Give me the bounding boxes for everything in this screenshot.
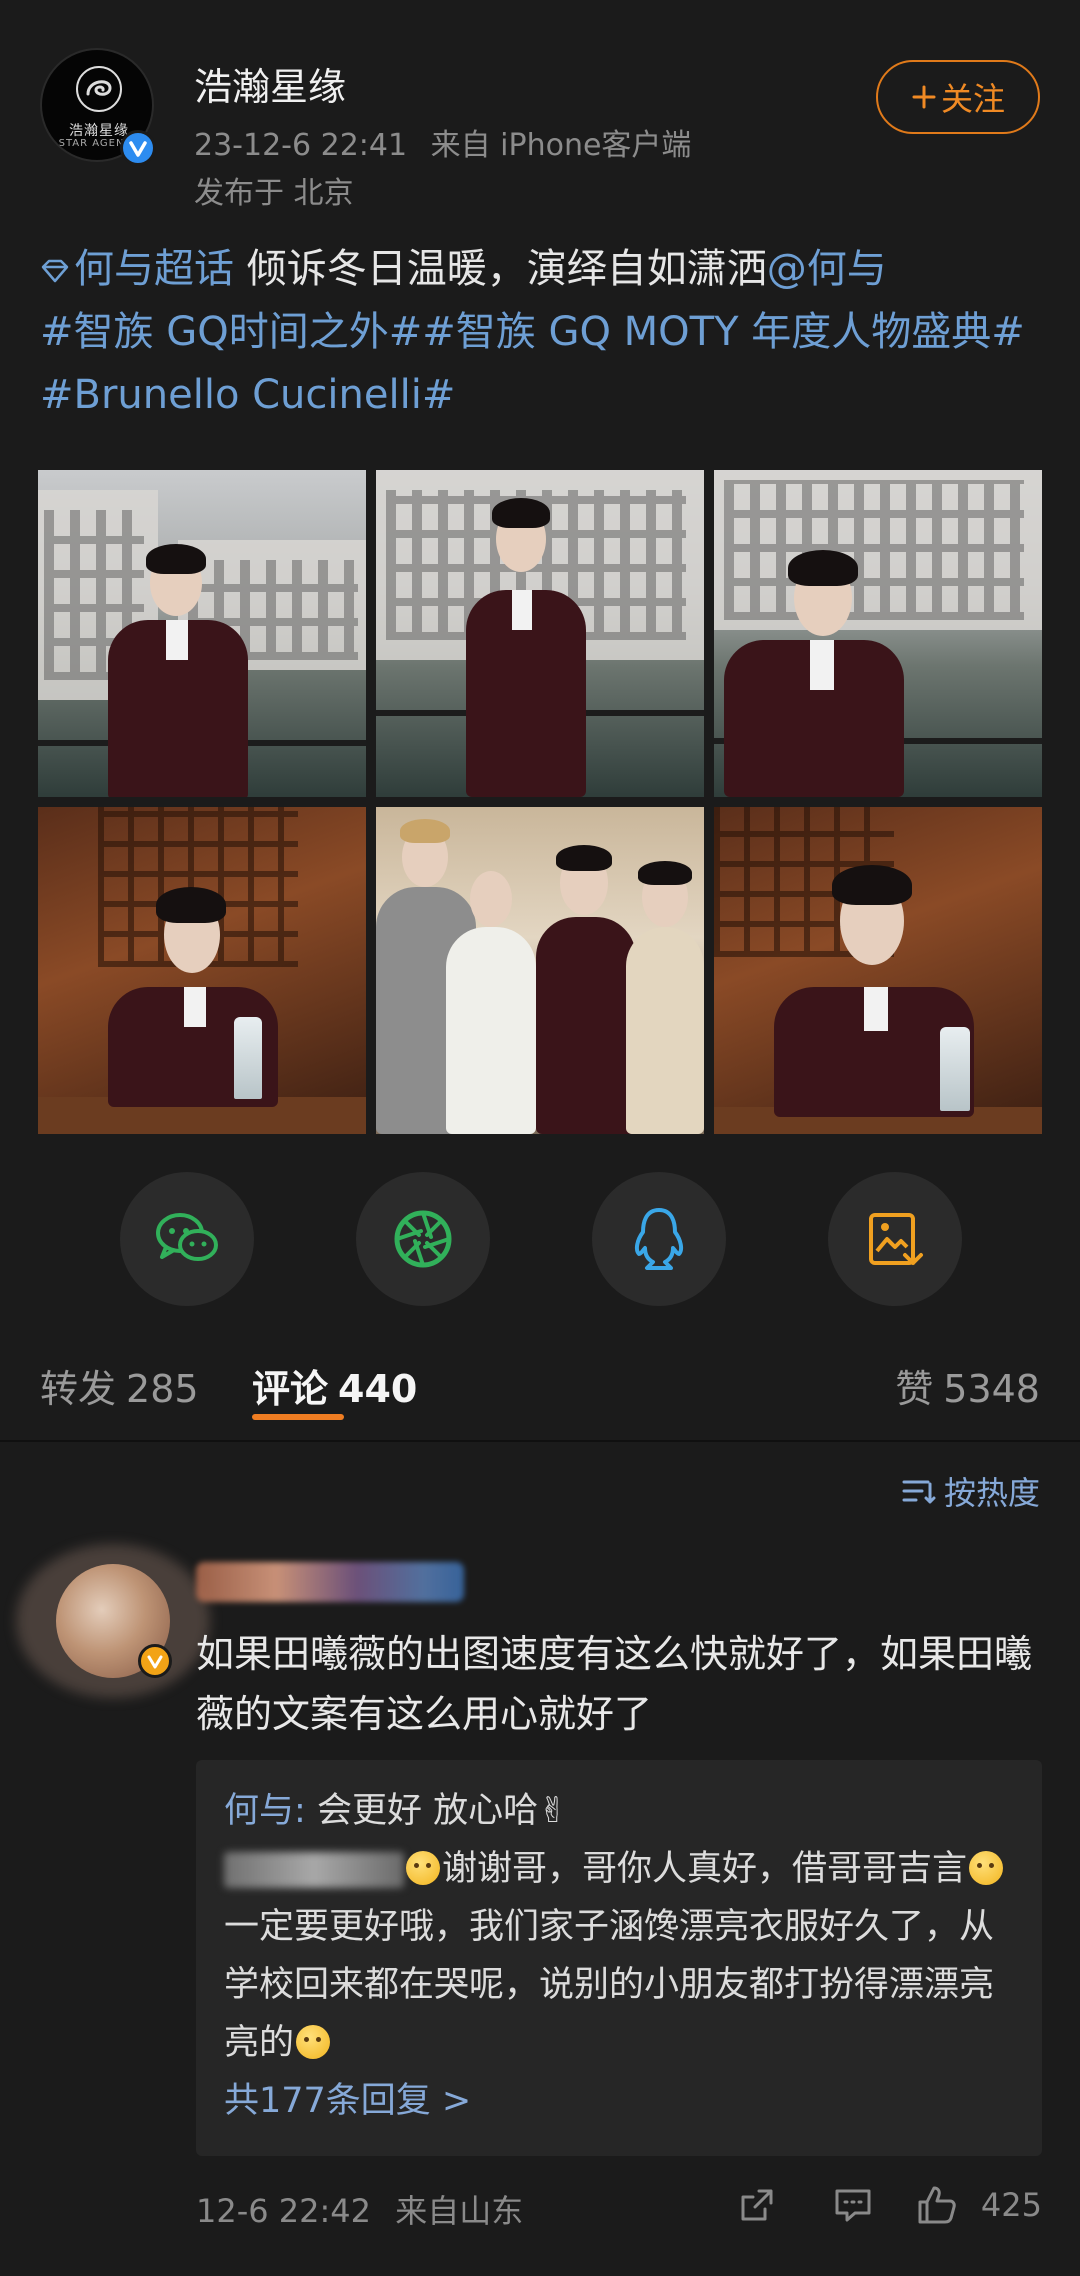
hashtag-link[interactable]: #智族 GQ MOTY 年度人物盛典# bbox=[422, 309, 1025, 355]
reply-item: 谢谢哥，哥你人真好，借哥哥吉言一定要更好哦，我们家子涵馋漂亮衣服好久了，从学校回… bbox=[224, 1840, 1014, 2072]
active-tab-indicator bbox=[252, 1414, 344, 1420]
comment-footer: 12-6 22:42 来自山东 425 bbox=[196, 2180, 1042, 2230]
diamond-icon bbox=[41, 259, 69, 283]
hashtag-link[interactable]: #Brunello Cucinelli# bbox=[40, 372, 455, 418]
plus-icon bbox=[912, 85, 936, 109]
photo-thumbnail[interactable] bbox=[714, 807, 1042, 1134]
like-thumb-icon[interactable] bbox=[916, 2184, 958, 2226]
save-image-button[interactable] bbox=[828, 1172, 962, 1306]
verified-badge-icon bbox=[120, 130, 156, 166]
emoji-icon bbox=[969, 1851, 1004, 1885]
commenter-avatar[interactable] bbox=[16, 1544, 210, 1698]
follow-button[interactable]: 关注 bbox=[876, 60, 1040, 134]
photo-thumbnail[interactable] bbox=[376, 470, 704, 797]
qq-penguin-icon bbox=[634, 1208, 684, 1270]
mention-link[interactable]: @何与 bbox=[767, 246, 887, 292]
sort-button[interactable]: 按热度 bbox=[900, 1468, 1040, 1514]
reply-author[interactable]: 何与 bbox=[224, 1791, 294, 1831]
moments-share-button[interactable] bbox=[356, 1172, 490, 1306]
post-source: 来自 iPhone客户端 bbox=[430, 128, 692, 163]
reply-author-redacted[interactable] bbox=[224, 1852, 404, 1888]
verified-badge-icon bbox=[138, 1644, 172, 1678]
wechat-share-button[interactable] bbox=[120, 1172, 254, 1306]
tab-reposts[interactable]: 转发 285 bbox=[40, 1358, 199, 1413]
comment-time: 12-6 22:42 bbox=[196, 2192, 372, 2230]
wechat-icon bbox=[156, 1213, 218, 1261]
comment-like-count: 425 bbox=[980, 2186, 1042, 2224]
post-text: 倾诉冬日温暖，演绎自如潇洒 bbox=[234, 246, 767, 292]
post-body: 何与超话 倾诉冬日温暖，演绎自如潇洒@何与 #智族 GQ时间之外##智族 GQ … bbox=[40, 238, 1040, 427]
comment-meta: 12-6 22:42 来自山东 bbox=[196, 2186, 523, 2232]
comment-location: 来自山东 bbox=[395, 2192, 524, 2230]
engagement-tabs: 转发 285 评论 440 赞 5348 bbox=[40, 1350, 1040, 1420]
commenter-name-redacted[interactable] bbox=[196, 1562, 464, 1602]
tab-comments[interactable]: 评论 440 bbox=[252, 1358, 417, 1413]
camera-aperture-icon bbox=[394, 1210, 452, 1268]
section-divider bbox=[0, 1440, 1080, 1442]
reply-text: 一定要更好哦，我们家子涵馋漂亮衣服好久了，从学校回来都在哭呢，说别的小朋友都打扮… bbox=[224, 1907, 995, 2063]
hashtag-link[interactable]: #智族 GQ时间之外# bbox=[40, 309, 422, 355]
share-actions bbox=[120, 1172, 962, 1308]
post-date: 23-12-6 22:41 bbox=[194, 128, 408, 163]
sort-label: 按热度 bbox=[943, 1474, 1040, 1512]
account-name[interactable]: 浩瀚星缘 bbox=[194, 56, 346, 111]
post-location: 发布于 北京 bbox=[194, 176, 354, 211]
view-more-replies-link[interactable]: 共177条回复 > bbox=[224, 2072, 1014, 2130]
qq-share-button[interactable] bbox=[592, 1172, 726, 1306]
follow-label: 关注 bbox=[940, 80, 1005, 118]
tab-likes[interactable]: 赞 5348 bbox=[895, 1358, 1040, 1413]
image-download-icon bbox=[869, 1213, 923, 1265]
sort-icon bbox=[902, 1480, 936, 1504]
share-icon[interactable] bbox=[736, 2184, 778, 2226]
reply-icon[interactable] bbox=[832, 2184, 874, 2226]
photo-thumbnail[interactable] bbox=[714, 470, 1042, 797]
photo-thumbnail[interactable] bbox=[38, 807, 366, 1134]
comment-text: 如果田曦薇的出图速度有这么快就好了，如果田曦薇的文案有这么用心就好了 bbox=[196, 1632, 1033, 1736]
emoji-icon bbox=[406, 1851, 440, 1885]
swirl-logo-icon bbox=[76, 66, 122, 112]
supertopic-link[interactable]: 何与超话 bbox=[40, 246, 234, 292]
post-header: 浩瀚星缘 STAR AGENCY 浩瀚星缘 23-12-6 22:41 来自 i… bbox=[40, 48, 1040, 218]
reply-text: 谢谢哥，哥你人真好，借哥哥吉言 bbox=[442, 1849, 968, 1889]
emoji-icon bbox=[296, 2025, 331, 2059]
post-meta: 23-12-6 22:41 来自 iPhone客户端 bbox=[194, 120, 705, 164]
reply-thread[interactable]: 何与: 会更好 放心哈✌ 谢谢哥，哥你人真好，借哥哥吉言一定要更好哦，我们家子涵… bbox=[196, 1760, 1042, 2156]
photo-grid bbox=[38, 470, 1042, 1134]
reply-text: 会更好 放心哈✌ bbox=[316, 1791, 568, 1831]
reply-item: 何与: 会更好 放心哈✌ bbox=[224, 1791, 568, 1831]
photo-thumbnail[interactable] bbox=[38, 470, 366, 797]
photo-thumbnail[interactable] bbox=[376, 807, 704, 1134]
